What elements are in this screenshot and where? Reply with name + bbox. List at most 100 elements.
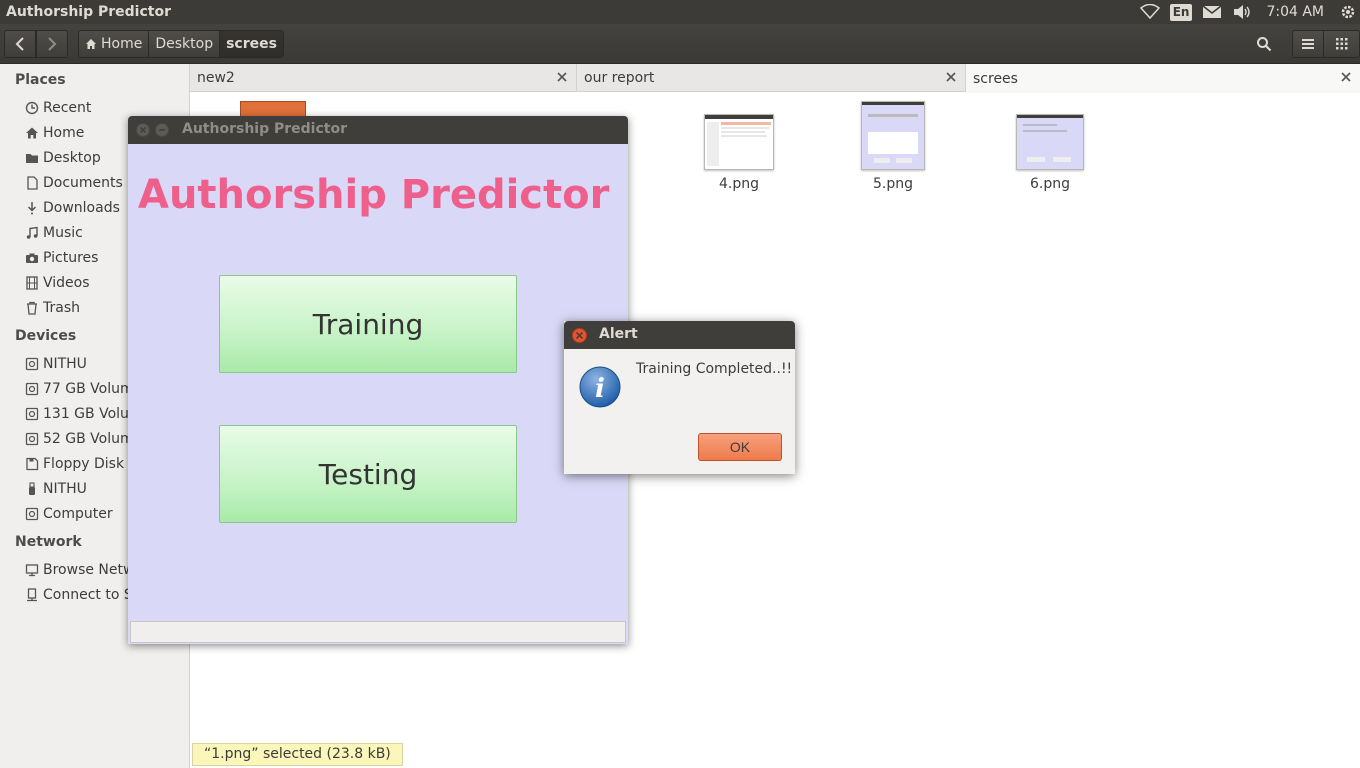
file-thumbnail bbox=[704, 114, 774, 170]
sidebar-item-computer[interactable]: Computer bbox=[24, 503, 113, 525]
tab-new2[interactable]: new2 bbox=[190, 64, 577, 92]
app-titlebar[interactable]: Authorship Predictor bbox=[128, 116, 628, 144]
hamburger-icon bbox=[1302, 39, 1314, 49]
keyboard-layout-label: En bbox=[1169, 3, 1193, 21]
document-icon bbox=[24, 175, 40, 191]
training-button[interactable]: Training bbox=[219, 275, 517, 373]
chevron-left-icon bbox=[15, 37, 24, 51]
server-icon bbox=[24, 587, 40, 603]
volume-icon[interactable] bbox=[1232, 0, 1252, 24]
clock[interactable]: 7:04 AM bbox=[1266, 4, 1324, 20]
music-icon bbox=[24, 225, 40, 241]
drive-icon bbox=[24, 431, 40, 447]
alert-titlebar[interactable]: Alert bbox=[564, 321, 795, 349]
file-name: 4.png bbox=[718, 176, 759, 192]
sidebar-item-label: Home bbox=[43, 125, 85, 141]
file-name: 5.png bbox=[872, 176, 913, 192]
sidebar-item-recent[interactable]: Recent bbox=[24, 97, 91, 119]
close-icon[interactable] bbox=[556, 71, 568, 83]
sidebar-item-label: Downloads bbox=[43, 200, 120, 216]
alert-dialog: Alert i Training Completed..!! OK bbox=[564, 321, 795, 474]
close-icon[interactable] bbox=[1340, 71, 1352, 83]
tab-our-report[interactable]: our report bbox=[577, 64, 966, 92]
sidebar-item-label: Computer bbox=[43, 506, 113, 522]
sidebar-item-label: Trash bbox=[43, 300, 80, 316]
sidebar-item-device-77gb[interactable]: 77 GB Volume bbox=[24, 378, 142, 400]
sidebar-item-home[interactable]: Home bbox=[24, 122, 84, 144]
ok-button[interactable]: OK bbox=[698, 433, 782, 461]
keyboard-layout-indicator[interactable]: En bbox=[1169, 0, 1193, 24]
sidebar-item-desktop[interactable]: Desktop bbox=[24, 147, 101, 169]
file-thumbnail bbox=[1016, 114, 1084, 170]
sidebar-item-device-nithu[interactable]: NITHU bbox=[24, 353, 87, 375]
view-menu-button[interactable] bbox=[1292, 30, 1324, 58]
home-icon bbox=[24, 125, 40, 141]
sidebar-item-usb-nithu[interactable]: NITHU bbox=[24, 478, 87, 500]
trash-icon bbox=[24, 300, 40, 316]
window-minimize-button[interactable] bbox=[155, 123, 169, 137]
folder-icon bbox=[24, 150, 40, 166]
tab-label: screes bbox=[973, 70, 1018, 87]
sidebar-item-label: Desktop bbox=[43, 150, 101, 166]
active-window-title: Authorship Predictor bbox=[6, 4, 171, 20]
svg-text:i: i bbox=[595, 374, 605, 404]
window-title: Authorship Predictor bbox=[182, 121, 347, 137]
usb-icon bbox=[24, 481, 40, 497]
drive-icon bbox=[24, 356, 40, 372]
grid-view-button[interactable] bbox=[1324, 30, 1360, 58]
breadcrumb-home[interactable]: Home bbox=[78, 30, 150, 58]
sidebar-item-device-52gb[interactable]: 52 GB Volume bbox=[24, 428, 142, 450]
back-button[interactable] bbox=[4, 30, 36, 58]
mail-icon[interactable] bbox=[1202, 0, 1222, 24]
tab-screes[interactable]: screes bbox=[966, 64, 1360, 93]
gear-icon[interactable] bbox=[1340, 0, 1356, 24]
network-icon bbox=[24, 562, 40, 578]
sidebar-item-label: NITHU bbox=[43, 481, 87, 497]
sidebar-heading-devices: Devices bbox=[15, 328, 77, 344]
file-item-5[interactable]: 5.png bbox=[843, 101, 943, 192]
window-close-button[interactable] bbox=[136, 123, 150, 137]
film-icon bbox=[24, 275, 40, 291]
minimize-icon bbox=[159, 129, 165, 131]
alert-close-button[interactable] bbox=[572, 328, 587, 343]
forward-button[interactable] bbox=[36, 30, 68, 58]
app-window: Authorship Predictor Authorship Predicto… bbox=[128, 116, 628, 644]
app-heading: Authorship Predictor bbox=[138, 172, 610, 218]
sidebar-item-label: Recent bbox=[43, 100, 92, 116]
top-panel: Authorship Predictor En 7:04 AM bbox=[0, 0, 1360, 24]
drive-icon bbox=[24, 506, 40, 522]
close-icon[interactable] bbox=[945, 71, 957, 83]
testing-button[interactable]: Testing bbox=[219, 425, 517, 523]
breadcrumb-label: screes bbox=[226, 36, 277, 52]
drive-icon bbox=[24, 381, 40, 397]
breadcrumb-label: Home bbox=[101, 36, 143, 52]
breadcrumb-label: Desktop bbox=[155, 36, 214, 52]
alert-message: Training Completed..!! bbox=[636, 361, 793, 377]
alert-title: Alert bbox=[599, 326, 638, 342]
sidebar-item-label: Pictures bbox=[43, 250, 99, 266]
file-manager-toolbar: Home Desktop screes bbox=[0, 24, 1360, 64]
sidebar-item-trash[interactable]: Trash bbox=[24, 297, 80, 319]
sidebar-item-downloads[interactable]: Downloads bbox=[24, 197, 120, 219]
sidebar-item-videos[interactable]: Videos bbox=[24, 272, 90, 294]
file-item-4[interactable]: 4.png bbox=[689, 114, 789, 192]
breadcrumb: Home Desktop screes bbox=[78, 30, 284, 58]
file-item-6[interactable]: 6.png bbox=[1000, 114, 1100, 192]
breadcrumb-screes[interactable]: screes bbox=[220, 30, 284, 58]
sidebar-item-music[interactable]: Music bbox=[24, 222, 83, 244]
close-icon bbox=[575, 331, 584, 340]
selection-status: “1.png” selected (23.8 kB) bbox=[192, 743, 403, 766]
search-button[interactable] bbox=[1248, 30, 1280, 58]
tab-label: new2 bbox=[197, 70, 235, 86]
sidebar-item-label: Music bbox=[43, 225, 83, 241]
sidebar-item-floppy[interactable]: Floppy Disk bbox=[24, 453, 124, 475]
info-icon: i bbox=[579, 366, 621, 408]
drive-icon bbox=[24, 406, 40, 422]
sidebar-item-pictures[interactable]: Pictures bbox=[24, 247, 98, 269]
breadcrumb-desktop[interactable]: Desktop bbox=[149, 30, 221, 58]
sidebar-item-documents[interactable]: Documents bbox=[24, 172, 123, 194]
wifi-icon[interactable] bbox=[1139, 0, 1160, 24]
sidebar-item-label: Documents bbox=[43, 175, 123, 191]
sidebar-item-label: Videos bbox=[43, 275, 90, 291]
file-thumbnail bbox=[861, 101, 925, 170]
